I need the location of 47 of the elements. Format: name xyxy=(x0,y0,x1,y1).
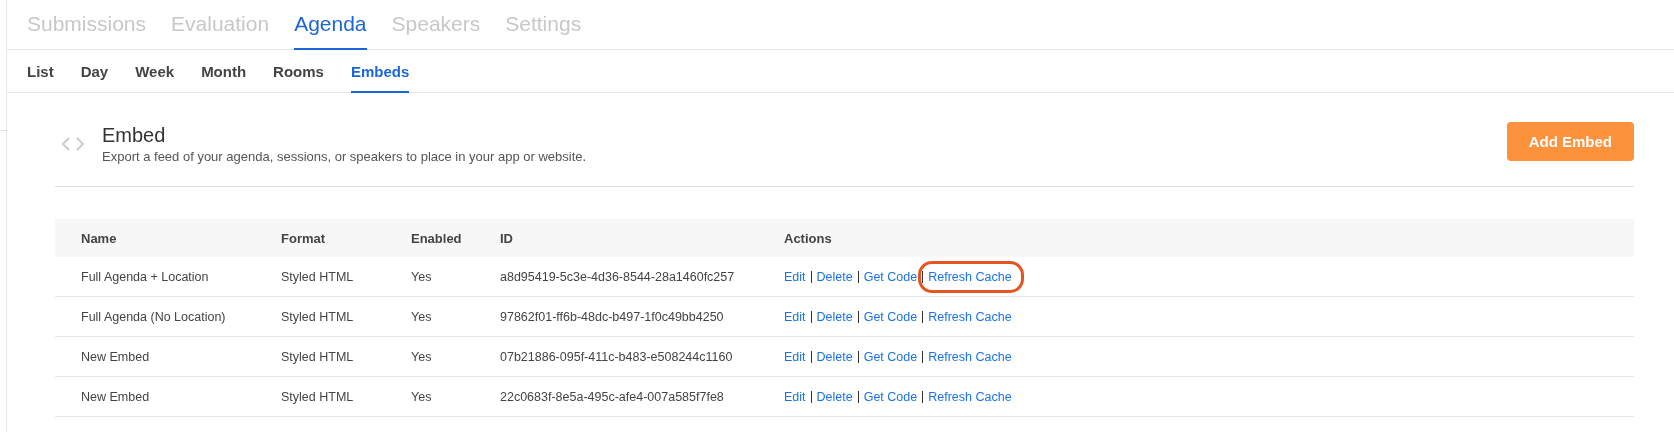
tab[interactable]: List xyxy=(27,50,54,93)
table-cell-text: 97862f01-ff6b-48dc-b497-1f0c49bb4250 xyxy=(500,309,725,324)
table-cell-text: Yes xyxy=(411,389,433,404)
section-title: Embed xyxy=(102,123,167,147)
column-header: Format xyxy=(281,230,327,246)
table-cell-text: Yes xyxy=(411,269,433,284)
table-cell-text: Styled HTML xyxy=(281,309,355,324)
action-link[interactable]: Delete xyxy=(816,349,853,364)
action-link[interactable]: Refresh Cache xyxy=(928,349,1012,364)
table-cell-text: a8d95419-5c3e-4d36-8544-28a1460fc257 xyxy=(500,269,736,284)
action-link[interactable]: Edit xyxy=(784,309,806,324)
action-link[interactable]: Get Code xyxy=(863,269,918,284)
table-cell-text: Yes xyxy=(411,349,433,364)
action-link[interactable]: Refresh Cache xyxy=(918,260,1024,293)
action-link[interactable]: Edit xyxy=(784,349,806,364)
action-link[interactable]: Delete xyxy=(816,309,853,324)
action-link[interactable]: Edit xyxy=(784,269,806,284)
table-cell-text: 22c0683f-8e5a-495c-afe4-007a585f7fe8 xyxy=(500,389,725,404)
table-cell-text: Styled HTML xyxy=(281,269,355,284)
tab[interactable]: Embeds xyxy=(350,50,410,93)
table-cell-text: Styled HTML xyxy=(281,389,355,404)
action-link[interactable]: Get Code xyxy=(863,389,918,404)
tab[interactable]: Week xyxy=(135,50,175,93)
code-icon xyxy=(61,135,85,152)
action-link[interactable]: Delete xyxy=(816,269,853,284)
tab[interactable]: Agenda xyxy=(294,0,367,50)
table-cell-text: Full Agenda (No Location) xyxy=(81,309,227,324)
column-header: Name xyxy=(81,230,118,246)
table-cell-text: Full Agenda + Location xyxy=(81,269,210,284)
column-header: Actions xyxy=(784,230,833,246)
column-header: Enabled xyxy=(411,230,463,246)
table-cell-text: New Embed xyxy=(81,349,151,364)
tab[interactable]: Month xyxy=(201,50,247,93)
action-link[interactable]: Get Code xyxy=(863,309,918,324)
section-description: Export a feed of your agenda, sessions, or speakers to place in your app or website. xyxy=(102,149,588,164)
action-link[interactable]: Delete xyxy=(816,389,853,404)
column-header: ID xyxy=(500,230,514,246)
table-cell-text: New Embed xyxy=(81,389,151,404)
action-link[interactable]: Refresh Cache xyxy=(928,389,1012,404)
tab[interactable]: Rooms xyxy=(273,50,324,93)
table-cell-text: Styled HTML xyxy=(281,349,355,364)
table-cell-text: 07b21886-095f-411c-b483-e508244c1160 xyxy=(500,349,734,364)
action-link[interactable]: Edit xyxy=(784,389,806,404)
action-link[interactable]: Get Code xyxy=(863,349,918,364)
tab[interactable]: Day xyxy=(80,50,109,93)
table-cell-text: Yes xyxy=(411,309,433,324)
action-link[interactable]: Refresh Cache xyxy=(928,309,1012,324)
